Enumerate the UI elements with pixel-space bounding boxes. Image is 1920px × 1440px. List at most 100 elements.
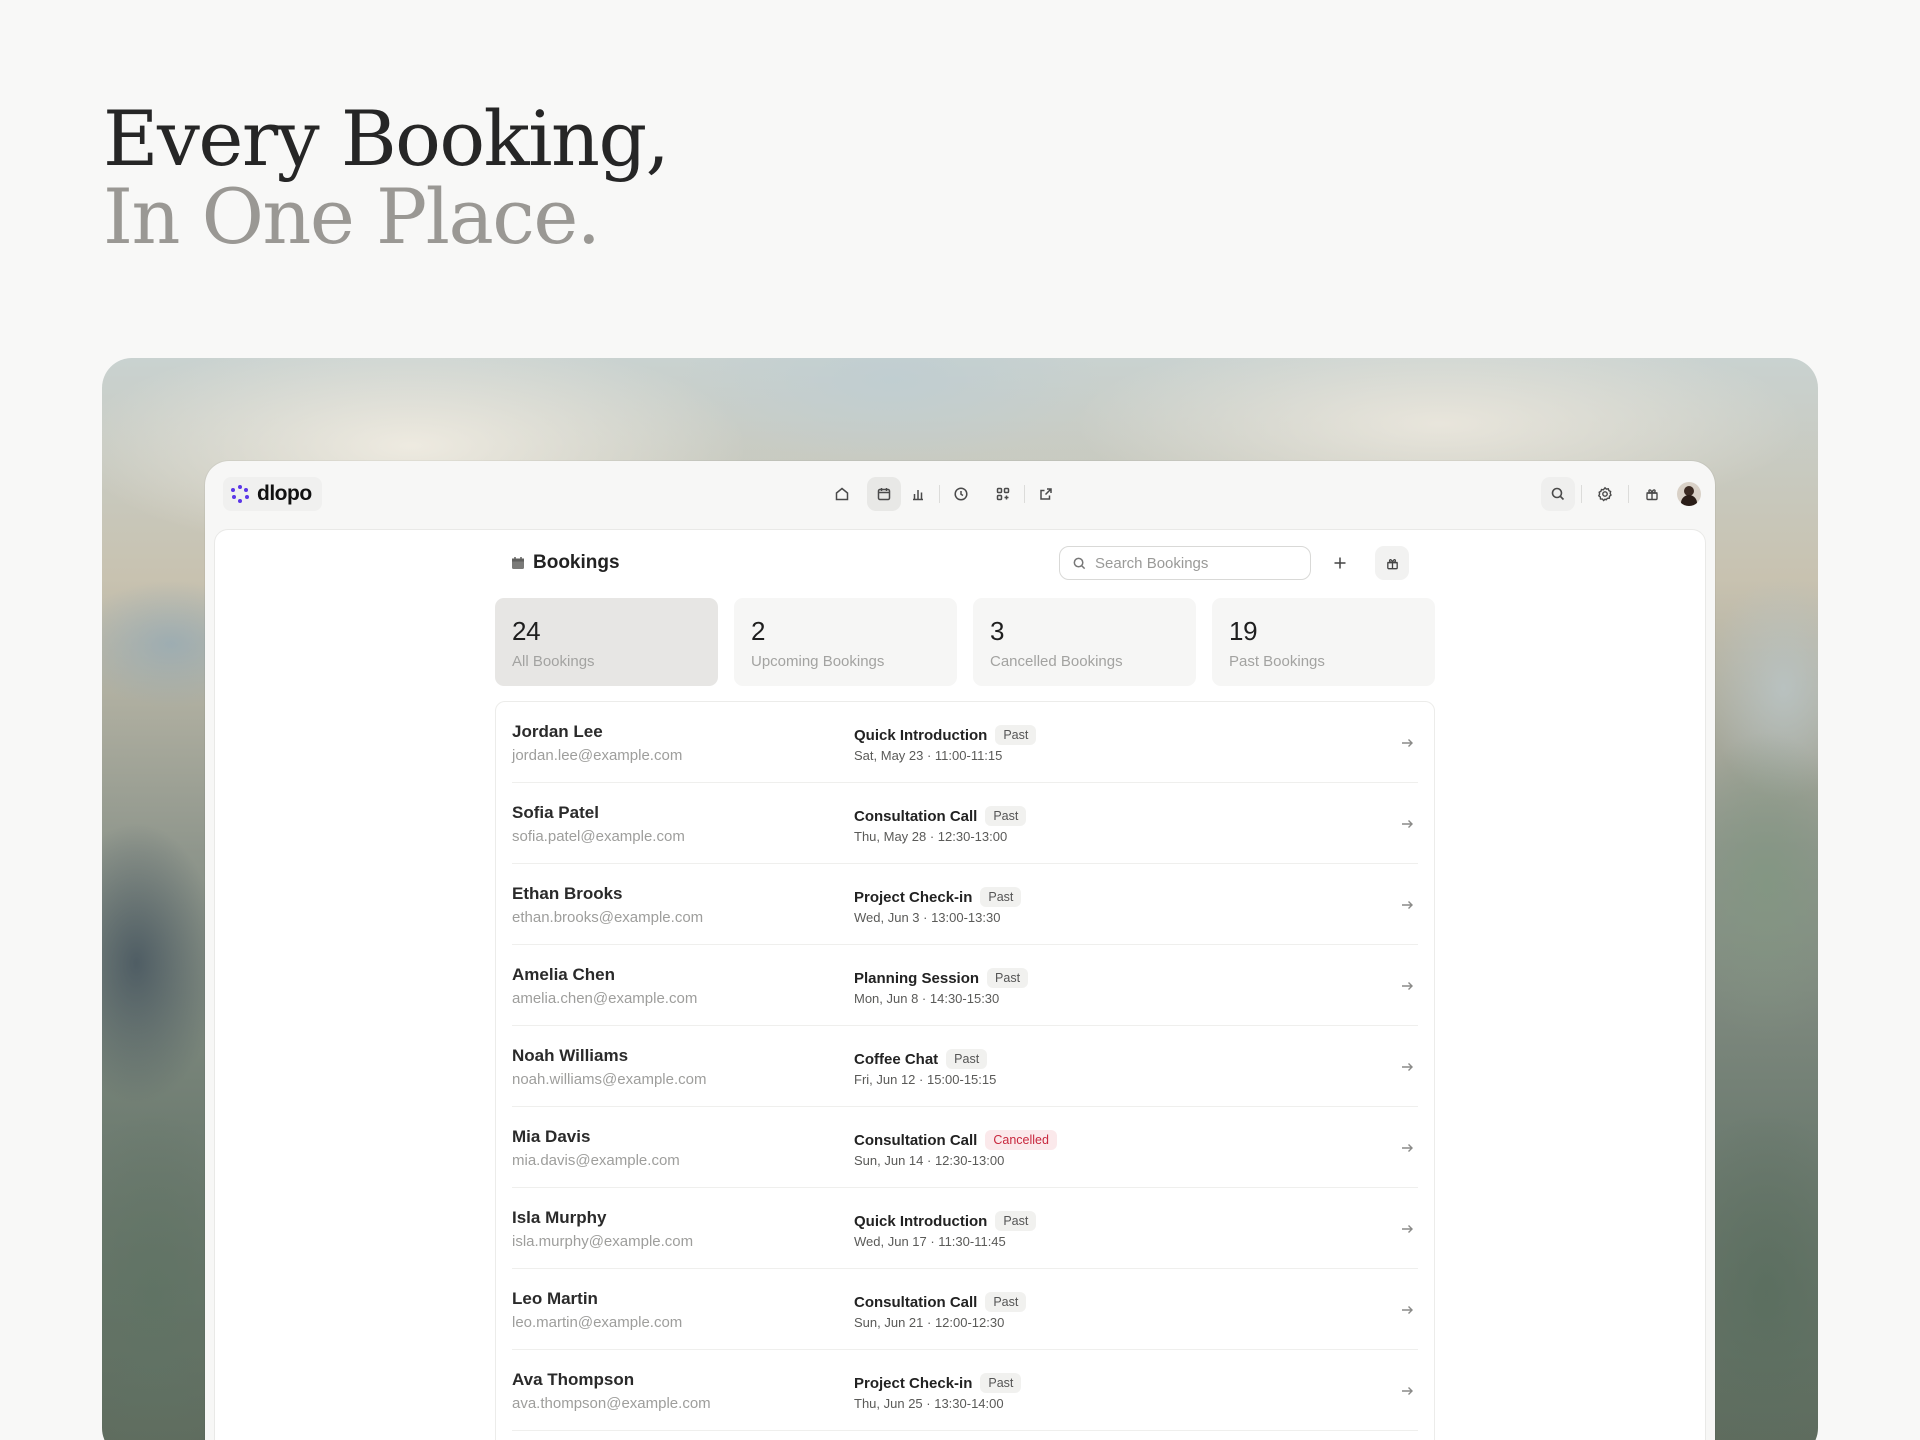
stat-card-upcoming[interactable]: 2 Upcoming Bookings bbox=[734, 598, 957, 686]
arrow-right-icon bbox=[1402, 820, 1413, 828]
arrow-right-icon bbox=[1402, 901, 1413, 909]
attendee-email: sofia.patel@example.com bbox=[512, 828, 685, 845]
arrow-right-icon bbox=[1402, 1063, 1413, 1071]
attendee-name: Ava Thompson bbox=[512, 1370, 635, 1389]
hero-headline: Every Booking, In One Place. bbox=[103, 100, 670, 261]
hero-line-2: In One Place. bbox=[103, 172, 601, 261]
home-icon bbox=[835, 487, 849, 501]
page-header: Bookings bbox=[495, 530, 1435, 598]
top-right-tools bbox=[1541, 477, 1701, 511]
settings-button[interactable] bbox=[1588, 477, 1622, 511]
event-datetime: Mon, Jun 8 · 14:30-15:30 bbox=[854, 991, 1000, 1006]
stat-card-past[interactable]: 19 Past Bookings bbox=[1212, 598, 1435, 686]
stat-value: 19 bbox=[1229, 616, 1258, 646]
nav-insights[interactable] bbox=[901, 477, 935, 511]
booking-row[interactable]: Amelia Chen amelia.chen@example.com Plan… bbox=[512, 945, 1418, 1026]
bookings-list: Jordan Lee jordan.lee@example.com Quick … bbox=[495, 701, 1435, 1440]
status-badge: Past bbox=[980, 887, 1022, 907]
status-badge: Past bbox=[995, 1211, 1037, 1231]
logo-mark-icon bbox=[231, 485, 249, 503]
event-name: Project Check-in bbox=[854, 1374, 973, 1392]
nav-divider bbox=[939, 485, 940, 503]
open-booking-button[interactable] bbox=[1396, 1299, 1418, 1321]
attendee-name: Amelia Chen bbox=[512, 965, 615, 984]
attendee-email: mia.davis@example.com bbox=[512, 1152, 680, 1169]
stat-card-all[interactable]: 24 All Bookings bbox=[495, 598, 718, 686]
attendee-email: leo.martin@example.com bbox=[512, 1314, 683, 1331]
nav-share[interactable] bbox=[1029, 477, 1063, 511]
event-name: Project Check-in bbox=[854, 888, 973, 906]
booking-row[interactable]: Ethan Brooks ethan.brooks@example.com Pr… bbox=[512, 864, 1418, 945]
booking-row[interactable]: Sofia Patel sofia.patel@example.com Cons… bbox=[512, 783, 1418, 864]
open-booking-button[interactable] bbox=[1396, 732, 1418, 754]
open-booking-button[interactable] bbox=[1396, 1218, 1418, 1240]
event-info: Quick Introduction Past bbox=[854, 1211, 1037, 1231]
brand-name: dlopo bbox=[257, 482, 312, 505]
open-booking-button[interactable] bbox=[1396, 1137, 1418, 1159]
attendee-name: Leo Martin bbox=[512, 1289, 598, 1308]
stat-value: 24 bbox=[512, 616, 541, 646]
open-booking-button[interactable] bbox=[1396, 1380, 1418, 1402]
event-info: Project Check-in Past bbox=[854, 1373, 1022, 1393]
app-window: dlopo Bookings Search Bookings 24 All Bo… bbox=[205, 461, 1715, 1440]
open-booking-button[interactable] bbox=[1396, 813, 1418, 835]
calendar-icon bbox=[512, 557, 524, 569]
gear-icon bbox=[1597, 486, 1612, 502]
event-info: Planning Session Past bbox=[854, 968, 1029, 988]
booking-row[interactable]: Isla Murphy isla.murphy@example.com Quic… bbox=[512, 1188, 1418, 1269]
brand-logo[interactable]: dlopo bbox=[223, 477, 322, 511]
arrow-right-icon bbox=[1402, 739, 1413, 747]
open-booking-button[interactable] bbox=[1396, 894, 1418, 916]
search-input[interactable] bbox=[1095, 554, 1285, 572]
status-badge: Past bbox=[980, 1373, 1022, 1393]
main-nav bbox=[825, 477, 1063, 511]
attendee-email: amelia.chen@example.com bbox=[512, 990, 698, 1007]
stat-value: 2 bbox=[751, 616, 766, 646]
event-datetime: Sun, Jun 21 · 12:00-12:30 bbox=[854, 1315, 1005, 1330]
event-name: Quick Introduction bbox=[854, 1212, 988, 1230]
tools-divider bbox=[1581, 485, 1582, 503]
booking-row[interactable]: Mia Davis mia.davis@example.com Consulta… bbox=[512, 1107, 1418, 1188]
attendee-name: Jordan Lee bbox=[512, 722, 603, 741]
event-info: Project Check-in Past bbox=[854, 887, 1022, 907]
nav-bookings[interactable] bbox=[867, 477, 901, 511]
stat-label: Past Bookings bbox=[1229, 653, 1325, 670]
event-info: Consultation Call Past bbox=[854, 1292, 1027, 1312]
event-info: Coffee Chat Past bbox=[854, 1049, 988, 1069]
gift-button[interactable] bbox=[1635, 477, 1669, 511]
booking-row[interactable]: Jordan Lee jordan.lee@example.com Quick … bbox=[512, 702, 1418, 783]
booking-row[interactable]: Ava Thompson ava.thompson@example.com Pr… bbox=[512, 1350, 1418, 1431]
nav-home[interactable] bbox=[825, 477, 859, 511]
event-name: Quick Introduction bbox=[854, 726, 988, 744]
gift-button[interactable] bbox=[1375, 546, 1409, 580]
add-booking-button[interactable] bbox=[1323, 546, 1357, 580]
attendee-email: noah.williams@example.com bbox=[512, 1071, 707, 1088]
event-info: Consultation Call Past bbox=[854, 806, 1027, 826]
stat-label: Upcoming Bookings bbox=[751, 653, 885, 670]
status-badge: Past bbox=[987, 968, 1029, 988]
open-booking-button[interactable] bbox=[1396, 975, 1418, 997]
event-datetime: Wed, Jun 17 · 11:30-11:45 bbox=[854, 1234, 1006, 1249]
status-badge: Cancelled bbox=[985, 1130, 1057, 1150]
open-booking-button[interactable] bbox=[1396, 1056, 1418, 1078]
nav-availability[interactable] bbox=[944, 477, 978, 511]
event-datetime: Sat, May 23 · 11:00-11:15 bbox=[854, 748, 1003, 763]
user-avatar[interactable] bbox=[1677, 482, 1701, 506]
attendee-email: jordan.lee@example.com bbox=[512, 747, 683, 764]
event-datetime: Thu, May 28 · 12:30-13:00 bbox=[854, 829, 1008, 844]
booking-row[interactable]: Noah Williams noah.williams@example.com … bbox=[512, 1026, 1418, 1107]
booking-row[interactable]: Leo Martin leo.martin@example.com Consul… bbox=[512, 1269, 1418, 1350]
event-name: Consultation Call bbox=[854, 1131, 978, 1149]
event-name: Coffee Chat bbox=[854, 1050, 939, 1068]
external-link-icon bbox=[1040, 488, 1052, 500]
global-search-button[interactable] bbox=[1541, 477, 1575, 511]
attendee-name: Mia Davis bbox=[512, 1127, 591, 1146]
event-info: Quick Introduction Past bbox=[854, 725, 1037, 745]
nav-apps[interactable] bbox=[986, 477, 1020, 511]
stat-card-cancelled[interactable]: 3 Cancelled Bookings bbox=[973, 598, 1196, 686]
gift-icon bbox=[1386, 558, 1398, 569]
status-badge: Past bbox=[946, 1049, 988, 1069]
event-name: Planning Session bbox=[854, 969, 980, 987]
bookings-search[interactable] bbox=[1059, 546, 1311, 580]
status-badge: Past bbox=[995, 725, 1037, 745]
